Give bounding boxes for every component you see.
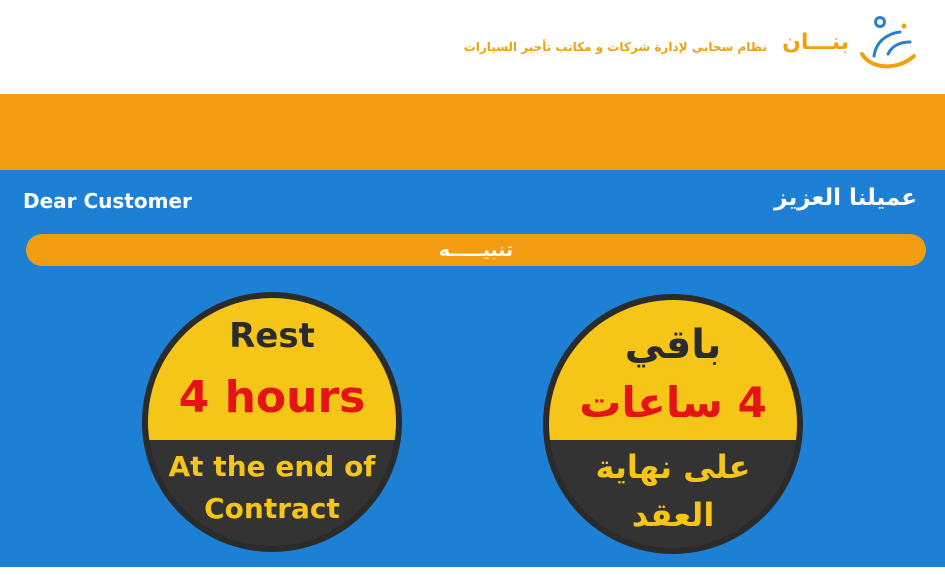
badge-ar-line4: العقد: [631, 496, 715, 534]
badge-en-line1: Rest: [229, 316, 315, 356]
badge-en-line4: Contract: [204, 492, 340, 525]
badge-ar-hours: 4 ساعات: [579, 378, 767, 427]
brand-tagline: نظام سحابي لإدارة شركات و مكاتب تأجير ال…: [463, 40, 767, 54]
badge-ar-line3: على نهاية: [595, 448, 751, 486]
greeting-english: Dear Customer: [23, 189, 192, 213]
badge-en-hours: 4 hours: [178, 372, 366, 423]
badge-en-line3: At the end of: [168, 450, 376, 483]
alert-label: تنبيـــــه: [438, 239, 514, 261]
alert-bar: تنبيـــــه: [26, 234, 926, 266]
countdown-badge-arabic: باقي 4 ساعات على نهاية العقد: [541, 292, 805, 556]
badge-ar-line1: باقي: [624, 322, 722, 368]
bottom-strip: [0, 567, 945, 575]
countdown-badge-english: Rest 4 hours At the end of Contract: [140, 290, 404, 554]
banan-logo-icon: [856, 12, 920, 76]
orange-banner: [0, 94, 945, 170]
brand-name: بنـــان: [782, 30, 849, 55]
greeting-arabic: عميلنا العزيز: [774, 185, 917, 211]
header: بنـــان نظام سحابي لإدارة شركات و مكاتب …: [0, 0, 945, 94]
